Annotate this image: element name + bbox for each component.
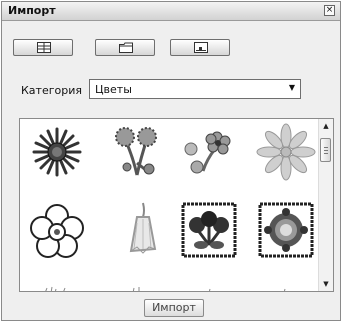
gallery-item-daisy[interactable] [25,123,89,181]
image-source-button[interactable] [170,39,230,56]
scroll-up-icon[interactable]: ▲ [319,119,333,133]
category-select[interactable]: Цветы ▼ [89,79,301,99]
plant-fragment-icon [283,288,286,291]
plant-fragment-icon [132,287,140,291]
gallery-item-partial[interactable] [103,283,167,291]
grip-line [324,150,328,151]
category-label: Категория [21,84,82,97]
gallery-item-partial[interactable] [254,283,318,291]
outline-flower-icon [30,204,84,258]
category-value: Цветы [95,83,132,96]
import-dialog: Импорт × Категория Цветы ▼ ▲ ▼ Импорт [1,1,341,321]
grip-line [324,147,328,148]
grip-line [324,153,328,154]
gallery-item-bellflower[interactable] [103,201,167,259]
design-gallery: ▲ ▼ [19,118,334,292]
framed-bouquet-icon [181,202,237,258]
gallery-scrollbar[interactable]: ▲ ▼ [318,119,333,291]
plant-fragment-icon [208,288,211,291]
wildflower-branch-icon [115,127,157,176]
gallery-item-partial[interactable] [177,283,241,291]
pink-aster-icon [256,123,316,181]
chevron-down-icon: ▼ [288,83,295,92]
grid-view-icon [37,42,51,53]
folder-icon [119,42,133,53]
flower-sprig-icon [184,131,231,174]
framed-wreath-icon [258,202,314,258]
image-icon [194,42,208,53]
close-button[interactable]: × [324,5,335,16]
grass-fragment-icon [45,286,66,291]
bellflower-icon [129,202,157,254]
scroll-down-icon[interactable]: ▼ [319,277,333,291]
gallery-item-wildflowers[interactable] [103,123,167,181]
daisy-flower-icon [32,127,82,177]
scroll-thumb[interactable] [320,138,331,162]
title-bar[interactable]: Импорт × [2,2,340,21]
gallery-item-sprig[interactable] [177,123,241,181]
gallery-item-framed-bouquet[interactable] [177,201,241,259]
gallery-item-partial[interactable] [25,283,89,291]
open-folder-button[interactable] [95,39,155,56]
gallery-item-outline-flower[interactable] [25,201,89,259]
gallery-item-aster[interactable] [254,123,318,181]
window-title: Импорт [8,4,56,17]
import-button[interactable]: Импорт [144,299,204,317]
grid-view-button[interactable] [13,39,73,56]
gallery-item-framed-wreath[interactable] [254,201,318,259]
close-icon: × [325,5,334,15]
